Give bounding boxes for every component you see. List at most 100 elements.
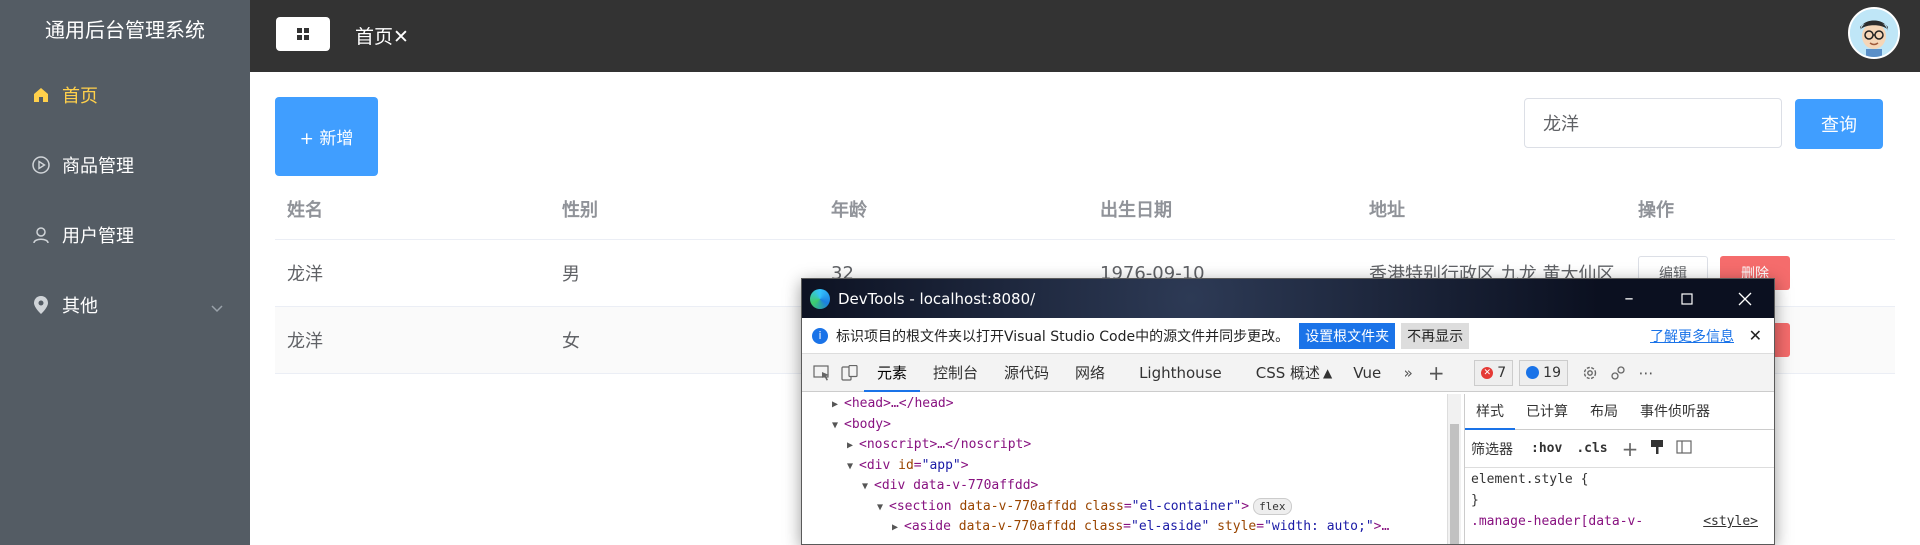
table-header-row: 姓名 性别 年龄 出生日期 地址 操作 <box>275 178 1895 240</box>
infobar-text: 标识项目的根文件夹以打开Visual Studio Code中的源文件并同步更改… <box>836 328 1290 345</box>
new-rule-icon[interactable]: + <box>1622 437 1639 461</box>
devtools-title: DevTools - localhost:8080/ <box>838 289 1036 308</box>
more-options-icon[interactable]: ⋯ <box>1632 354 1660 392</box>
elements-scrollbar[interactable] <box>1447 394 1461 544</box>
dom-attr: style <box>1217 519 1257 534</box>
connection-icon[interactable] <box>1604 354 1632 392</box>
column-header-birth: 出生日期 <box>1100 199 1172 221</box>
dom-node-section[interactable]: ▼ <section data-v-770affdd class="el-cont… <box>802 497 1464 518</box>
dom-node-aside[interactable]: ▶ <aside data-v-770affdd class="el-aside"… <box>802 517 1464 538</box>
styles-tabbar: 样式 已计算 布局 事件侦听器 <box>1465 394 1774 430</box>
expand-arrow-icon[interactable]: ▶ <box>847 436 859 457</box>
device-toolbar-icon[interactable] <box>836 354 864 392</box>
styles-filter-bar: 筛选器 :hov .cls + <box>1465 430 1774 468</box>
sidebar-item-home[interactable]: 首页 <box>0 60 250 130</box>
add-button[interactable]: + 新增 <box>275 97 378 176</box>
home-icon <box>30 84 52 106</box>
avatar[interactable] <box>1848 7 1900 59</box>
cell-name: 龙洋 <box>287 264 323 285</box>
message-icon <box>1526 366 1540 379</box>
sidebar-item-users[interactable]: 用户管理 <box>0 200 250 270</box>
dom-attr: data-v-770affdd <box>958 519 1077 534</box>
edge-logo-icon <box>810 288 830 309</box>
error-count-badge[interactable]: ✕ 7 <box>1474 359 1514 386</box>
sidebar-toggle-icon[interactable] <box>1676 439 1692 458</box>
dom-tag-close: > <box>960 457 969 473</box>
rule-source-link[interactable]: <style> <box>1703 514 1758 529</box>
devtools-body: ▶ <head>…</head> ▼ <body> ▶ <noscript>…</no… <box>802 394 1774 544</box>
paint-icon[interactable] <box>1650 439 1664 459</box>
dom-attr: data-v-770affdd <box>959 498 1077 514</box>
tab-network[interactable]: 网络 <box>1062 354 1118 392</box>
tab-vue[interactable]: Vue <box>1340 354 1394 392</box>
more-tabs-icon[interactable]: » <box>1394 354 1422 392</box>
css-rule[interactable]: .manage-header[data-v- <style> <box>1465 514 1774 529</box>
set-root-folder-button[interactable]: 设置根文件夹 <box>1299 322 1396 349</box>
sidebar-item-label: 用户管理 <box>62 226 134 247</box>
collapse-arrow-icon[interactable]: ▼ <box>877 498 889 519</box>
collapse-arrow-icon[interactable]: ▼ <box>832 416 844 437</box>
expand-arrow-icon[interactable]: ▶ <box>892 518 904 539</box>
dom-tag-close: >… <box>1373 519 1390 534</box>
dom-attr: class <box>1084 498 1124 514</box>
devtools-titlebar[interactable]: DevTools - localhost:8080/ – <box>802 279 1774 318</box>
dom-tag: <head>…</head> <box>844 396 954 411</box>
sidebar-item-products[interactable]: 商品管理 <box>0 130 250 200</box>
app-title: 通用后台管理系统 <box>0 0 250 60</box>
query-button[interactable]: 查询 <box>1795 99 1883 149</box>
dom-node-noscript[interactable]: ▶ <noscript>…</noscript> <box>802 435 1464 456</box>
dom-node-head[interactable]: ▶ <head>…</head> <box>802 394 1464 415</box>
column-header-actions: 操作 <box>1638 199 1674 221</box>
dom-attr: id <box>898 457 914 473</box>
element-style-rule[interactable]: element.style { <box>1465 472 1774 487</box>
minimize-icon[interactable]: – <box>1600 279 1658 318</box>
chevron-down-icon <box>210 297 224 318</box>
menu-toggle-button[interactable] <box>276 17 330 51</box>
cls-toggle[interactable]: .cls <box>1576 441 1607 456</box>
sidebar-item-label: 首页 <box>62 86 98 107</box>
add-tab-icon[interactable]: + <box>1422 354 1450 392</box>
video-play-icon <box>30 154 52 176</box>
breadcrumb[interactable]: 首页✕ <box>355 22 409 49</box>
tab-event-listeners[interactable]: 事件侦听器 <box>1629 394 1721 430</box>
expand-arrow-icon[interactable]: ▶ <box>832 395 844 416</box>
column-header-address: 地址 <box>1369 199 1405 221</box>
dom-node-div[interactable]: ▼ <div data-v-770affdd> <box>802 476 1464 497</box>
hov-toggle[interactable]: :hov <box>1531 441 1562 456</box>
tab-elements[interactable]: 元素 <box>864 354 921 392</box>
element-style-close: } <box>1471 493 1479 508</box>
message-count-badge[interactable]: 19 <box>1519 359 1568 386</box>
close-infobar-icon[interactable]: ✕ <box>1749 326 1762 345</box>
tab-computed[interactable]: 已计算 <box>1515 394 1579 430</box>
tab-console[interactable]: 控制台 <box>920 354 991 392</box>
devtools-window: DevTools - localhost:8080/ – i 标识项目的根文件夹… <box>801 278 1775 545</box>
tab-styles[interactable]: 样式 <box>1465 394 1515 430</box>
devtools-tabbar: 元素 控制台 源代码 网络 Lighthouse CSS 概述 ▲ Vue » … <box>802 354 1774 392</box>
dom-tag: <noscript>…</noscript> <box>859 437 1032 452</box>
dom-attr-value: "el-aside" <box>1131 519 1210 534</box>
learn-more-link[interactable]: 了解更多信息 <box>1650 326 1734 346</box>
scrollbar-thumb[interactable] <box>1450 424 1459 544</box>
dom-tag: <div data-v-770affdd> <box>874 478 1039 493</box>
tab-sources[interactable]: 源代码 <box>991 354 1062 392</box>
maximize-icon[interactable] <box>1658 279 1716 318</box>
close-icon[interactable] <box>1716 279 1774 318</box>
gear-icon[interactable] <box>1576 354 1604 392</box>
dom-node-app[interactable]: ▼ <div id="app"> <box>802 456 1464 477</box>
dom-attr-value: "width: auto;" <box>1264 519 1374 534</box>
flex-badge[interactable]: flex <box>1253 497 1292 515</box>
user-icon <box>30 224 52 246</box>
dont-show-again-button[interactable]: 不再显示 <box>1401 322 1470 349</box>
tab-css-overview[interactable]: CSS 概述 <box>1243 354 1333 392</box>
styles-pane: 样式 已计算 布局 事件侦听器 筛选器 :hov .cls + element.… <box>1464 394 1774 544</box>
tab-lighthouse[interactable]: Lighthouse <box>1126 354 1235 392</box>
search-input[interactable] <box>1524 98 1782 148</box>
sidebar-item-other[interactable]: 其他 <box>0 270 250 340</box>
dom-tag: <body> <box>844 416 891 432</box>
inspect-element-icon[interactable] <box>808 354 836 392</box>
tab-layout[interactable]: 布局 <box>1579 394 1629 430</box>
dom-node-body[interactable]: ▼ <body> <box>802 415 1464 436</box>
collapse-arrow-icon[interactable]: ▼ <box>862 477 874 498</box>
collapse-arrow-icon[interactable]: ▼ <box>847 457 859 478</box>
filter-input[interactable]: 筛选器 <box>1471 439 1513 459</box>
